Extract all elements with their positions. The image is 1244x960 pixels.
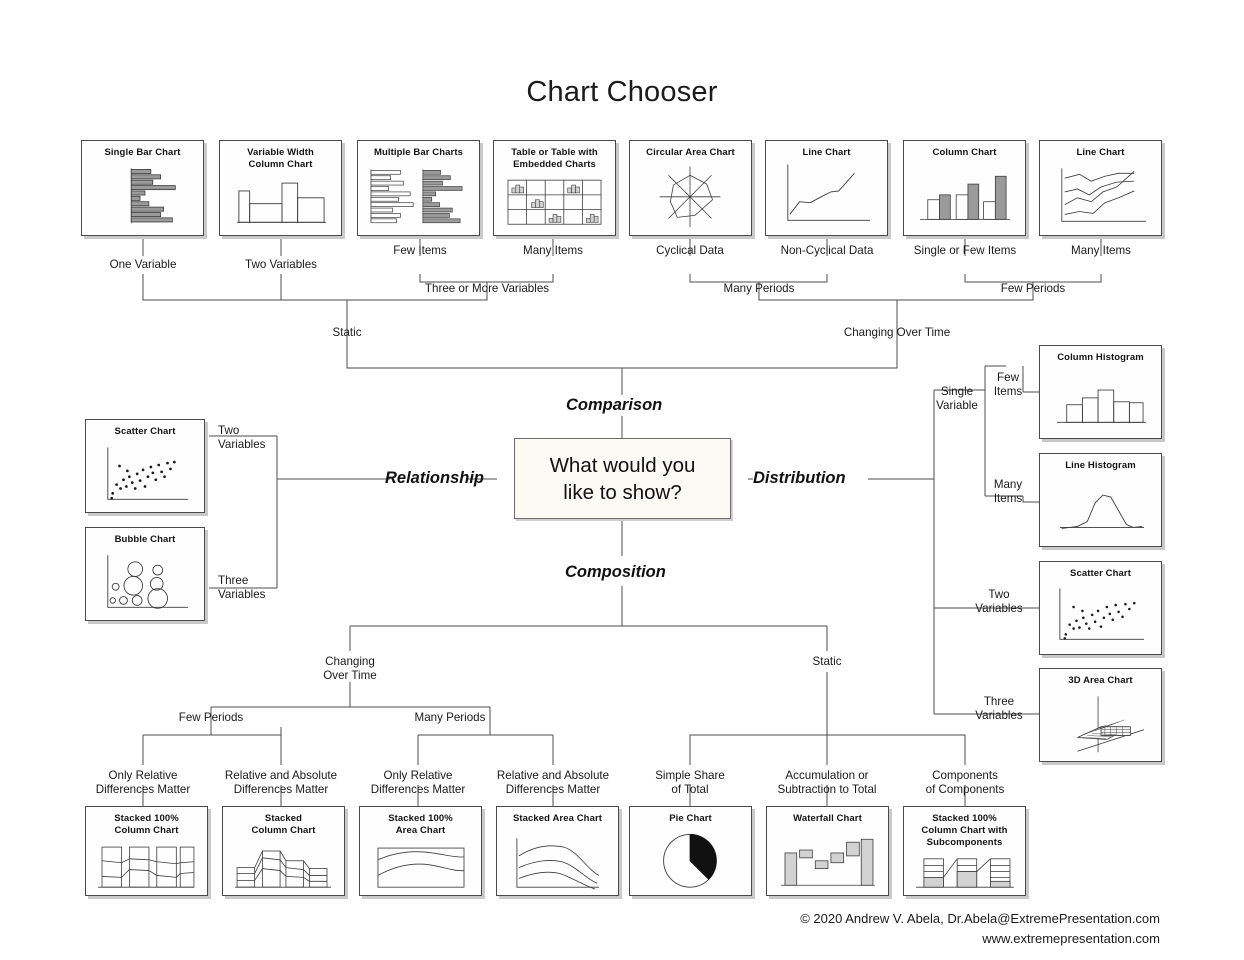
column-histogram-graphic	[1056, 389, 1147, 423]
waterfall-chart-graphic	[781, 838, 875, 886]
label-accumulation-subtraction: Accumulation or Subtraction to Total	[777, 769, 877, 796]
label-changing-over-time-composition: Changing Over Time	[323, 655, 377, 682]
label-three-variables-relationship: Three Variables	[218, 574, 266, 601]
center-question-text: What would you like to show?	[550, 452, 696, 506]
chart-card-3d-area-chart[interactable]: 3D Area Chart	[1039, 668, 1162, 762]
chart-card-waterfall-chart[interactable]: Waterfall Chart	[766, 806, 889, 896]
branch-label-comparison: Comparison	[566, 396, 663, 414]
chart-card-stacked-100-column-chart-subcomponents[interactable]: Stacked 100% Column Chart with Subcompon…	[903, 806, 1026, 896]
branch-label-relationship: Relationship	[385, 469, 485, 487]
chart-card-multiple-bar-charts[interactable]: Multiple Bar Charts	[357, 140, 480, 236]
scatter-chart-distribution-graphic	[1059, 588, 1145, 640]
label-components-of-components: Components of Components	[925, 769, 1005, 796]
multiple-bar-charts-graphic	[370, 169, 463, 224]
label-many-periods-composition: Many Periods	[414, 711, 486, 724]
stacked-100-area-chart-graphic	[377, 847, 465, 888]
label-relative-absolute-2: Relative and Absolute Differences Matter	[496, 769, 610, 796]
line-histogram-graphic	[1059, 494, 1145, 529]
label-few-periods-top: Few Periods	[1000, 282, 1066, 295]
label-only-relative-1: Only Relative Differences Matter	[95, 769, 191, 796]
footer-copyright: © 2020 Andrew V. Abela, Dr.Abela@Extreme…	[800, 911, 1160, 926]
label-three-or-more-variables: Three or More Variables	[424, 282, 550, 295]
label-only-relative-2: Only Relative Differences Matter	[370, 769, 466, 796]
table-embedded-charts-graphic	[507, 179, 602, 225]
label-few-items-distribution: Few Items	[993, 371, 1023, 398]
label-few-items: Few Items	[393, 244, 447, 257]
footer-website: www.extremepresentation.com	[982, 931, 1160, 946]
stacked-column-chart-graphic	[235, 850, 331, 888]
label-simple-share-of-total: Simple Share of Total	[655, 769, 725, 796]
label-cyclical-data: Cyclical Data	[656, 244, 724, 257]
stacked-100-column-chart-graphic	[98, 846, 195, 888]
3d-area-chart-graphic	[1077, 696, 1145, 753]
label-static-composition: Static	[812, 655, 842, 668]
column-chart-graphic	[919, 175, 1011, 220]
page-title: Chart Chooser	[526, 76, 718, 108]
label-many-items-right: Many Items	[1071, 244, 1131, 257]
label-non-cyclical-data: Non-Cyclical Data	[780, 244, 874, 257]
label-two-variables-distribution: Two Variables	[975, 588, 1023, 615]
label-few-periods-composition: Few Periods	[178, 711, 244, 724]
chart-card-variable-width-column-chart[interactable]: Variable Width Column Chart	[219, 140, 342, 236]
single-bar-chart-graphic	[130, 168, 176, 224]
scatter-chart-relationship-graphic	[107, 447, 189, 500]
label-two-variables: Two Variables	[245, 258, 317, 271]
chart-card-column-histogram[interactable]: Column Histogram	[1039, 345, 1162, 439]
label-many-periods-top: Many Periods	[723, 282, 795, 295]
chart-chooser-poster: Chart Chooser Single Bar Chart Variable …	[0, 0, 1244, 960]
chart-card-stacked-100-column-chart[interactable]: Stacked 100% Column Chart	[85, 806, 208, 896]
bubble-chart-graphic	[107, 555, 189, 609]
chart-card-stacked-100-area-chart[interactable]: Stacked 100% Area Chart	[359, 806, 482, 896]
variable-width-column-chart-graphic	[236, 182, 327, 223]
line-chart-many-items-graphic	[1061, 168, 1147, 222]
chart-card-column-chart[interactable]: Column Chart	[903, 140, 1026, 236]
label-static-top: Static	[332, 326, 362, 339]
label-single-or-few-items: Single or Few Items	[913, 244, 1017, 257]
center-question-line2: like to show?	[563, 480, 682, 504]
chart-card-stacked-area-chart[interactable]: Stacked Area Chart	[496, 806, 619, 896]
chart-card-single-bar-chart[interactable]: Single Bar Chart	[81, 140, 204, 236]
label-many-items-distribution: Many Items	[993, 478, 1023, 505]
branch-label-distribution: Distribution	[753, 469, 846, 487]
line-chart-non-cyclical-graphic	[787, 164, 871, 221]
label-single-variable: Single Variable	[936, 385, 978, 412]
chart-card-scatter-chart-distribution[interactable]: Scatter Chart	[1039, 561, 1162, 655]
chart-card-pie-chart[interactable]: Pie Chart	[629, 806, 752, 896]
label-three-variables-distribution: Three Variables	[975, 695, 1023, 722]
chart-card-stacked-column-chart[interactable]: Stacked Column Chart	[222, 806, 345, 896]
label-one-variable: One Variable	[109, 258, 177, 271]
center-question-line1: What would you	[549, 453, 696, 477]
branch-label-composition: Composition	[565, 563, 666, 581]
chart-card-scatter-chart-relationship[interactable]: Scatter Chart	[85, 419, 205, 513]
label-relative-absolute-1: Relative and Absolute Differences Matter	[224, 769, 338, 796]
center-question-box[interactable]: What would you like to show?	[514, 438, 731, 519]
label-changing-over-time-top: Changing Over Time	[843, 326, 951, 339]
chart-card-line-chart-non-cyclical[interactable]: Line Chart	[765, 140, 888, 236]
label-two-variables-relationship: Two Variables	[218, 424, 266, 451]
chart-card-bubble-chart[interactable]: Bubble Chart	[85, 527, 205, 621]
chart-card-table-or-table-with-embedded-charts[interactable]: Table or Table with Embedded Charts	[493, 140, 616, 236]
stacked-area-chart-graphic	[516, 838, 600, 890]
label-many-items: Many Items	[523, 244, 583, 257]
chart-card-circular-area-chart[interactable]: Circular Area Chart	[629, 140, 752, 236]
pie-chart-graphic	[663, 833, 717, 888]
chart-card-line-chart-many-items[interactable]: Line Chart	[1039, 140, 1162, 236]
circular-area-chart-graphic	[659, 166, 721, 228]
chart-card-line-histogram[interactable]: Line Histogram	[1039, 453, 1162, 547]
stacked-100-column-subcomponents-graphic	[916, 858, 1014, 888]
